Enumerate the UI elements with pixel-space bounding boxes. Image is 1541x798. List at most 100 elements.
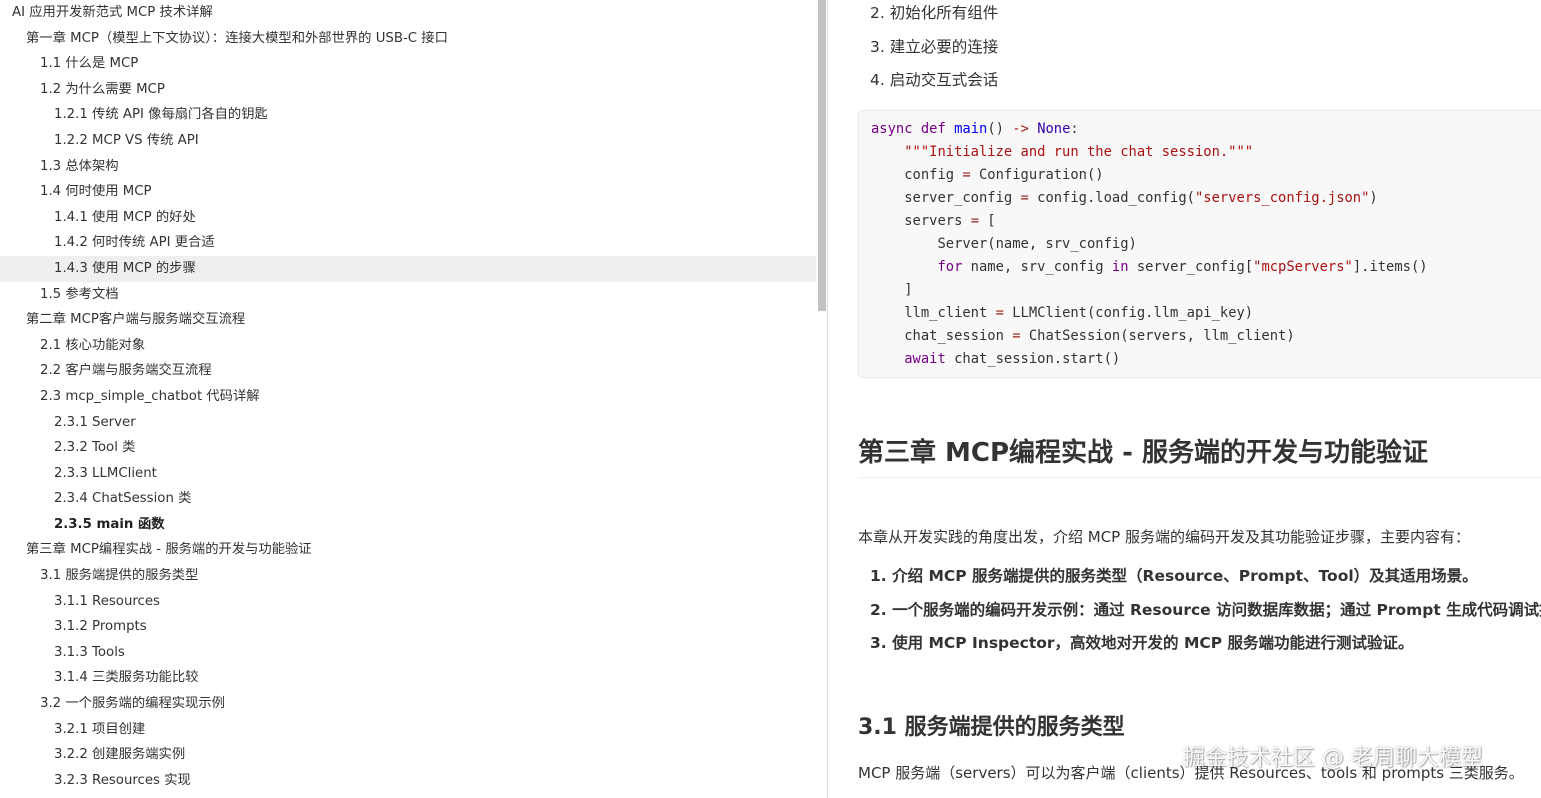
code-line: server_config = config.load_config("serv… bbox=[871, 187, 1541, 210]
code-token: await bbox=[904, 351, 946, 367]
intro-paragraph: 本章从开发实践的角度出发，介绍 MCP 服务端的编码开发及其功能验证步骤，主要内… bbox=[858, 528, 1471, 546]
code-token: = bbox=[1020, 190, 1029, 206]
toc-item[interactable]: 1.1 什么是 MCP bbox=[0, 51, 816, 77]
code-token: main bbox=[954, 121, 988, 137]
toc-item[interactable]: 1.4.2 何时传统 API 更合适 bbox=[0, 230, 816, 256]
code-line: chat_session = ChatSession(servers, llm_… bbox=[871, 325, 1541, 348]
code-line: async def main() -> None: bbox=[871, 118, 1541, 141]
toc-item[interactable]: 3.1.4 三类服务功能比较 bbox=[0, 665, 816, 691]
list-item: 4. 启动交互式会话 bbox=[870, 71, 999, 89]
code-line: servers = [ bbox=[871, 210, 1541, 233]
section-heading: 3.1 服务端提供的服务类型 bbox=[858, 715, 1125, 740]
code-token: = bbox=[995, 305, 1004, 321]
goals-list: 1. 介绍 MCP 服务端提供的服务类型（Resource、Prompt、Too… bbox=[870, 560, 1541, 661]
toc-item[interactable]: 第二章 MCP客户端与服务端交互流程 bbox=[0, 307, 816, 333]
toc-item[interactable]: 3.2 一个服务端的编程实现示例 bbox=[0, 691, 816, 717]
code-block[interactable]: async def main() -> None: """Initialize … bbox=[858, 110, 1541, 378]
code-line: Server(name, srv_config) bbox=[871, 233, 1541, 256]
toc-item[interactable]: 2.3.3 LLMClient bbox=[0, 461, 816, 487]
toc-item[interactable]: 3.1.3 Tools bbox=[0, 640, 816, 666]
toc-item[interactable]: 2.3.1 Server bbox=[0, 410, 816, 436]
toc-item[interactable]: 2.1 核心功能对象 bbox=[0, 333, 816, 359]
code-line: """Initialize and run the chat session."… bbox=[871, 141, 1541, 164]
steps-list: 2. 初始化所有组件 3. 建立必要的连接 4. 启动交互式会话 bbox=[870, 0, 998, 98]
sidebar-scroll-thumb[interactable] bbox=[818, 0, 826, 311]
toc-item[interactable]: 1.2.2 MCP VS 传统 API bbox=[0, 128, 816, 154]
code-token: for bbox=[937, 259, 963, 275]
toc-item[interactable]: 1.4.1 使用 MCP 的好处 bbox=[0, 205, 816, 231]
code-token: """Initialize and run the chat session."… bbox=[904, 144, 1254, 160]
code-token: Server(name, srv_config) bbox=[871, 236, 1137, 252]
code-token: in bbox=[1111, 259, 1129, 275]
code-token: LLMClient(config.llm_api_key) bbox=[1003, 305, 1254, 321]
code-line: ] bbox=[871, 279, 1541, 302]
toc-item[interactable]: 3.1.2 Prompts bbox=[0, 614, 816, 640]
code-token: = bbox=[1012, 328, 1021, 344]
toc-item[interactable]: 2.3.4 ChatSession 类 bbox=[0, 486, 816, 512]
toc-item[interactable]: 3.1.1 Resources bbox=[0, 589, 816, 615]
toc-item[interactable]: 2.3.5 main 函数 bbox=[0, 512, 816, 538]
toc-item[interactable]: 3.2.1 项目创建 bbox=[0, 717, 816, 743]
code-token: = bbox=[970, 213, 979, 229]
code-line: llm_client = LLMClient(config.llm_api_ke… bbox=[871, 302, 1541, 325]
code-token: config bbox=[871, 167, 963, 183]
list-item: 3. 建立必要的连接 bbox=[870, 37, 999, 56]
sidebar-scrollbar[interactable] bbox=[817, 0, 827, 798]
toc-list: AI 应用开发新范式 MCP 技术详解 第一章 MCP（模型上下文协议）：连接大模… bbox=[0, 0, 816, 793]
toc-item[interactable]: 1.3 总体架构 bbox=[0, 154, 816, 180]
toc-sidebar: AI 应用开发新范式 MCP 技术详解 第一章 MCP（模型上下文协议）：连接大模… bbox=[0, 0, 816, 798]
toc-item[interactable]: 3.2.2 创建服务端实例 bbox=[0, 742, 816, 768]
code-token: ChatSession(servers, llm_client) bbox=[1020, 328, 1295, 344]
list-item: 3. 使用 MCP Inspector，高效地对开发的 MCP 服务端功能进行测… bbox=[870, 634, 1414, 652]
code-token: -> bbox=[1012, 121, 1029, 137]
code-token: Configuration() bbox=[970, 167, 1104, 183]
toc-item[interactable]: 第三章 MCP编程实战 - 服务端的开发与功能验证 bbox=[0, 537, 816, 563]
toc-item[interactable]: AI 应用开发新范式 MCP 技术详解 bbox=[0, 0, 816, 26]
code-token: "servers_config.json" bbox=[1194, 190, 1370, 206]
chapter-heading: 第三章 MCP编程实战 - 服务端的开发与功能验证 bbox=[858, 433, 1541, 478]
code-token: config.load_config( bbox=[1028, 190, 1195, 206]
code-token: name, srv_config bbox=[962, 259, 1112, 275]
code-token: () bbox=[987, 121, 1013, 137]
code-token: "mcpServers" bbox=[1253, 259, 1353, 275]
list-item: 1. 介绍 MCP 服务端提供的服务类型（Resource、Prompt、Too… bbox=[870, 567, 1478, 585]
code-token: server_config bbox=[871, 190, 1021, 206]
code-token: servers bbox=[871, 213, 971, 229]
code-token: server_config[ bbox=[1128, 259, 1254, 275]
list-item: 2. 一个服务端的编码开发示例：通过 Resource 访问数据库数据；通过 P… bbox=[870, 600, 1541, 619]
toc-item[interactable]: 1.4 何时使用 MCP bbox=[0, 179, 816, 205]
toc-item[interactable]: 第一章 MCP（模型上下文协议）：连接大模型和外部世界的 USB-C 接口 bbox=[0, 26, 816, 52]
toc-item[interactable]: 2.3 mcp_simple_chatbot 代码详解 bbox=[0, 384, 816, 410]
code-line: for name, srv_config in server_config["m… bbox=[871, 256, 1541, 279]
toc-item[interactable]: 2.3.2 Tool 类 bbox=[0, 435, 816, 461]
document-content: 2. 初始化所有组件 3. 建立必要的连接 4. 启动交互式会话 async d… bbox=[828, 0, 1541, 798]
toc-item[interactable]: 1.2 为什么需要 MCP bbox=[0, 77, 816, 103]
toc-item[interactable]: 1.4.3 使用 MCP 的步骤 bbox=[0, 255, 816, 282]
code-line: await chat_session.start() bbox=[871, 348, 1541, 371]
code-token: = bbox=[962, 167, 971, 183]
toc-item[interactable]: 2.2 客户端与服务端交互流程 bbox=[0, 358, 816, 384]
code-token: chat_session bbox=[871, 328, 1013, 344]
list-item: 2. 初始化所有组件 bbox=[870, 4, 999, 22]
code-token: chat_session.start() bbox=[945, 351, 1121, 367]
code-text: async def main() -> None: """Initialize … bbox=[859, 111, 1541, 371]
code-token: ) bbox=[1369, 190, 1378, 206]
code-token: async bbox=[871, 121, 913, 137]
code-token: def bbox=[920, 121, 946, 137]
toc-item[interactable]: 3.1 服务端提供的服务类型 bbox=[0, 563, 816, 589]
watermark: 掘金技术社区 @ 老周聊大模型 bbox=[1183, 746, 1483, 771]
code-token: None bbox=[1037, 121, 1071, 137]
code-token: ] bbox=[871, 282, 913, 298]
code-token: llm_client bbox=[871, 305, 996, 321]
code-token: : bbox=[1070, 121, 1079, 137]
toc-item[interactable]: 3.2.3 Resources 实现 bbox=[0, 768, 816, 794]
toc-item[interactable]: 1.5 参考文档 bbox=[0, 282, 816, 308]
code-token: [ bbox=[979, 213, 996, 229]
code-line: config = Configuration() bbox=[871, 164, 1541, 187]
toc-item[interactable]: 1.2.1 传统 API 像每扇门各自的钥匙 bbox=[0, 102, 816, 128]
